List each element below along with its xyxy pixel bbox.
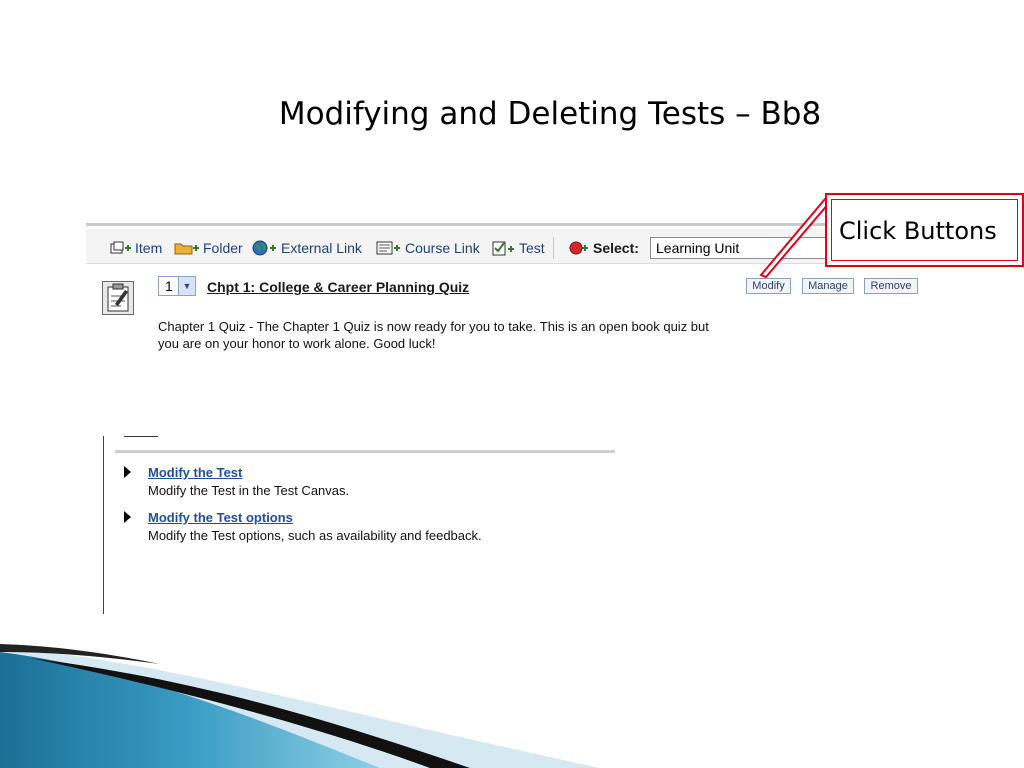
modify-button[interactable]: Modify	[746, 278, 791, 294]
test-item-description: Chapter 1 Quiz - The Chapter 1 Quiz is n…	[158, 319, 709, 351]
modify-test-options-description: Modify the Test options, such as availab…	[148, 528, 482, 543]
clipboard-icon	[107, 283, 129, 312]
test-item-icon	[102, 281, 134, 315]
triangle-right-icon	[124, 466, 131, 478]
manage-button[interactable]: Manage	[802, 278, 854, 294]
decorative-swoosh	[0, 644, 600, 768]
triangle-right-icon	[124, 511, 131, 523]
callout-text: Click Buttons	[839, 217, 997, 245]
modify-the-test-description: Modify the Test in the Test Canvas.	[148, 483, 350, 498]
menu-top-dash	[124, 436, 158, 437]
remove-button[interactable]: Remove	[864, 278, 918, 294]
callout-box: Click Buttons	[825, 193, 1024, 267]
menu-divider	[115, 450, 615, 453]
modify-test-options-link[interactable]: Modify the Test options	[148, 510, 293, 525]
test-item-title[interactable]: Chpt 1: College & Career Planning Quiz	[207, 279, 469, 295]
chevron-down-icon: ▼	[178, 277, 195, 295]
item-order-select[interactable]: 1 ▼	[158, 276, 196, 296]
item-order-value: 1	[165, 278, 173, 294]
modify-the-test-link[interactable]: Modify the Test	[148, 465, 242, 480]
menu-left-border	[103, 436, 104, 614]
